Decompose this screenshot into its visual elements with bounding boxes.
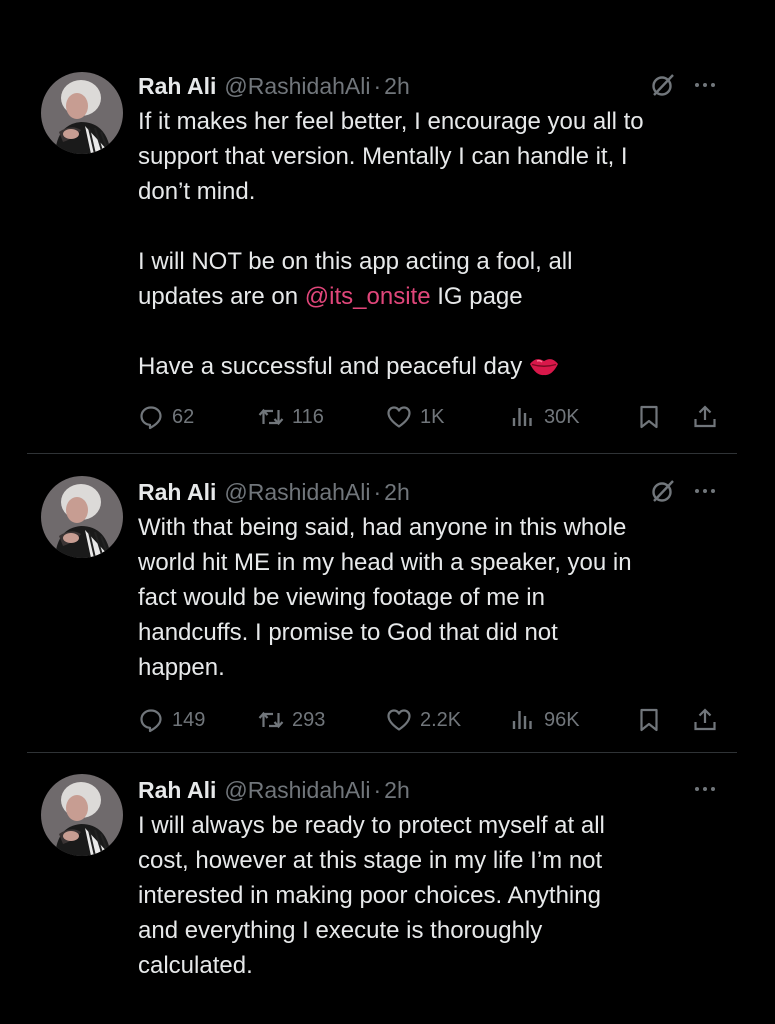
tweet-header: Rah Ali @RashidahAli · 2h	[138, 68, 728, 104]
views-button[interactable]: 96K	[510, 703, 580, 737]
grok-icon[interactable]	[650, 72, 676, 98]
author-name[interactable]: Rah Ali	[138, 772, 216, 808]
separator-dot: ·	[373, 479, 382, 505]
author-name[interactable]: Rah Ali	[138, 68, 216, 104]
tweet-paragraph-tail: IG page	[430, 283, 523, 310]
tweet-divider	[27, 453, 737, 454]
views-button[interactable]: 30K	[510, 400, 580, 434]
timeline: Rah Ali @RashidahAli · 2h If it makes he…	[0, 0, 775, 1024]
repost-count: 293	[292, 708, 326, 731]
author-handle[interactable]: @RashidahAli	[224, 68, 370, 104]
reply-icon	[140, 406, 162, 430]
avatar[interactable]	[41, 476, 123, 558]
bookmark-button[interactable]	[636, 703, 662, 737]
tweet-header: Rah Ali @RashidahAli · 2h	[138, 474, 728, 510]
avatar[interactable]	[41, 72, 123, 154]
reply-button[interactable]: 62	[138, 400, 194, 434]
like-icon	[387, 406, 411, 428]
tweet-paragraph: If it makes her feel better, I encourage…	[138, 108, 644, 205]
tweet-text: If it makes her feel better, I encourage…	[138, 104, 728, 384]
tweet-header: Rah Ali @RashidahAli · 2h	[138, 772, 728, 808]
views-count: 30K	[544, 405, 580, 428]
reply-count: 149	[172, 708, 206, 731]
repost-count: 116	[292, 405, 324, 428]
share-button[interactable]	[692, 400, 718, 434]
author-handle[interactable]: @RashidahAli	[224, 474, 370, 510]
author-name[interactable]: Rah Ali	[138, 474, 216, 510]
share-icon	[694, 708, 716, 731]
more-icon[interactable]	[692, 72, 718, 98]
views-icon	[512, 408, 532, 426]
share-icon	[694, 405, 716, 428]
bookmark-icon	[640, 405, 658, 429]
kiss-lips-emoji	[530, 359, 559, 376]
tweet-actions: 149 293 2.2K 96K	[138, 703, 728, 737]
tweet-text: I will always be ready to protect myself…	[138, 812, 605, 979]
like-icon	[387, 709, 411, 731]
like-count: 1K	[420, 405, 445, 428]
separator-dot: ·	[373, 777, 382, 803]
share-button[interactable]	[692, 703, 718, 737]
tweet-paragraph: Have a successful and peaceful day	[138, 353, 523, 380]
reply-count: 62	[172, 405, 195, 428]
tweet-text: With that being said, had anyone in this…	[138, 514, 632, 681]
views-count: 96K	[544, 708, 580, 731]
repost-button[interactable]: 293	[258, 703, 325, 737]
author-handle[interactable]: @RashidahAli	[224, 772, 370, 808]
timestamp[interactable]: 2h	[384, 68, 410, 104]
reply-icon	[140, 709, 162, 733]
like-count: 2.2K	[420, 708, 462, 731]
timestamp[interactable]: 2h	[384, 772, 410, 808]
avatar[interactable]	[41, 774, 123, 856]
like-button[interactable]: 1K	[386, 400, 444, 434]
bookmark-icon	[640, 708, 658, 732]
more-icon[interactable]	[692, 478, 718, 504]
more-icon[interactable]	[692, 776, 718, 802]
mention-link[interactable]: @its_onsite	[305, 283, 431, 310]
repost-button[interactable]: 116	[258, 400, 324, 434]
tweet-divider	[27, 752, 737, 753]
tweet-actions: 62 116 1K 30K	[138, 400, 728, 434]
grok-icon[interactable]	[650, 478, 676, 504]
reply-button[interactable]: 149	[138, 703, 205, 737]
separator-dot: ·	[373, 73, 382, 99]
like-button[interactable]: 2.2K	[386, 703, 461, 737]
repost-icon	[258, 711, 284, 729]
timestamp[interactable]: 2h	[384, 474, 410, 510]
views-icon	[512, 711, 532, 729]
repost-icon	[258, 408, 284, 426]
bookmark-button[interactable]	[636, 400, 662, 434]
